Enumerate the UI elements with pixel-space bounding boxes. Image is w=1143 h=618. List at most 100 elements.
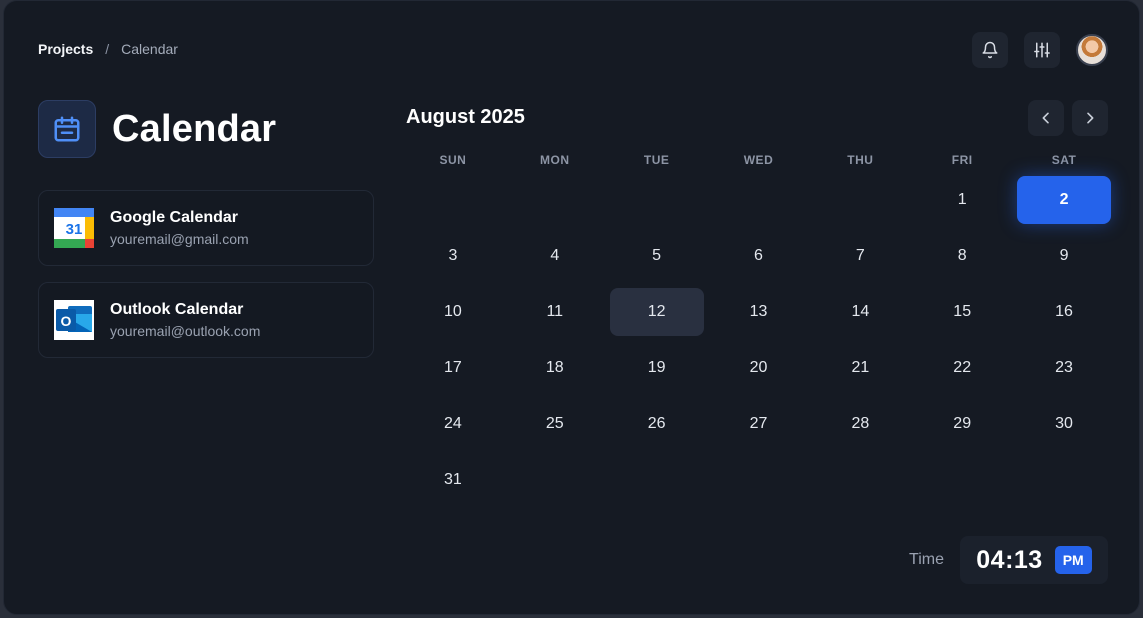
day-cell[interactable]: 12 (606, 284, 708, 340)
month-navigation (1028, 100, 1108, 136)
page-title: Calendar (112, 107, 277, 150)
day-number: 24 (444, 415, 462, 432)
breadcrumb-separator: / (105, 41, 110, 57)
day-number: 26 (647, 415, 666, 432)
weekday-label: FRI (951, 153, 973, 167)
breadcrumb-current: Calendar (121, 41, 178, 57)
day-cell[interactable]: 23 (1013, 340, 1115, 396)
day-number: 14 (851, 303, 870, 320)
empty-day-cell (402, 172, 504, 228)
account-card-google[interactable]: 31 Google Calendar youremail@gmail.com (38, 190, 374, 266)
account-name: Google Calendar (110, 209, 239, 226)
notifications-button[interactable] (972, 32, 1008, 68)
time-label: Time (909, 551, 944, 568)
page-header: Calendar (38, 100, 276, 158)
next-month-button[interactable] (1072, 100, 1108, 136)
day-number: 9 (1059, 247, 1069, 264)
day-cell[interactable]: 20 (708, 340, 810, 396)
weekday-header: SUN MON TUE WED THU FRI SAT (402, 153, 1115, 167)
day-number: 19 (647, 359, 666, 376)
time-value: 04:13 (976, 545, 1043, 574)
account-name: Outlook Calendar (110, 301, 244, 318)
day-cell[interactable]: 28 (809, 396, 911, 452)
day-number: 23 (1055, 359, 1073, 376)
user-avatar[interactable] (1076, 34, 1108, 66)
day-number: 18 (545, 359, 564, 376)
breadcrumb-projects[interactable]: Projects (38, 41, 93, 57)
day-number: 27 (749, 415, 768, 432)
day-cell[interactable]: 3 (402, 228, 504, 284)
day-cell[interactable]: 19 (606, 340, 708, 396)
svg-text:31: 31 (66, 221, 83, 238)
day-number: 10 (444, 303, 462, 320)
day-cell[interactable]: 16 (1013, 284, 1115, 340)
day-cell[interactable]: 11 (504, 284, 606, 340)
day-cell[interactable]: 9 (1013, 228, 1115, 284)
day-cell[interactable]: 13 (708, 284, 810, 340)
day-cell[interactable]: 8 (911, 228, 1013, 284)
day-number: 8 (957, 247, 967, 264)
day-number: 4 (550, 247, 560, 264)
day-number: 3 (448, 247, 458, 264)
day-number: 11 (546, 303, 564, 320)
account-info: Google Calendar youremail@gmail.com (110, 209, 249, 247)
day-number: 12 (609, 288, 704, 336)
weekday-label: TUE (643, 153, 670, 167)
day-number: 15 (953, 303, 972, 320)
settings-button[interactable] (1024, 32, 1060, 68)
empty-day-cell (504, 172, 606, 228)
day-cell[interactable]: 27 (708, 396, 810, 452)
outlook-icon: O (54, 300, 94, 340)
day-cell[interactable]: 4 (504, 228, 606, 284)
day-cell[interactable]: 25 (504, 396, 606, 452)
day-cell[interactable]: 5 (606, 228, 708, 284)
breadcrumb: Projects / Calendar (38, 41, 178, 57)
account-email: youremail@gmail.com (110, 231, 249, 247)
weekday-label: SUN (439, 153, 467, 167)
day-cell[interactable]: 21 (809, 340, 911, 396)
day-number: 22 (953, 359, 972, 376)
am-pm-badge[interactable]: PM (1054, 546, 1092, 574)
day-cell[interactable]: 29 (911, 396, 1013, 452)
weekday-label: MON (540, 153, 570, 167)
day-number: 29 (953, 415, 972, 432)
day-cell[interactable]: 26 (606, 396, 708, 452)
day-cell[interactable]: 1 (911, 172, 1013, 228)
day-number: 25 (545, 415, 564, 432)
day-number: 17 (444, 359, 462, 376)
day-cell[interactable]: 30 (1013, 396, 1115, 452)
day-cell[interactable]: 18 (504, 340, 606, 396)
day-cell[interactable]: 7 (809, 228, 911, 284)
account-card-outlook[interactable]: O Outlook Calendar youremail@outlook.com (38, 282, 374, 358)
day-cell[interactable]: 22 (911, 340, 1013, 396)
calendar-app: Projects / Calendar Calendar 31 Google C… (3, 0, 1140, 615)
time-box[interactable]: 04:13 PM (960, 536, 1108, 584)
day-number: 2 (1017, 176, 1112, 224)
calendar-grid: 1 2 3 4 5 6 7 8 9 10 11 12 13 14 15 16 17 18 19 20 21 22 23 24 2… (402, 172, 1115, 508)
weekday-label: SAT (1051, 153, 1077, 167)
day-cell[interactable]: 31 (402, 452, 504, 508)
day-cell[interactable]: 17 (402, 340, 504, 396)
chevron-left-icon (1042, 112, 1049, 124)
day-number: 20 (749, 359, 768, 376)
day-number: 28 (851, 415, 870, 432)
day-cell[interactable]: 15 (911, 284, 1013, 340)
prev-month-button[interactable] (1028, 100, 1064, 136)
weekday-label: THU (847, 153, 874, 167)
day-cell[interactable]: 24 (402, 396, 504, 452)
day-cell[interactable]: 2 (1013, 172, 1115, 228)
day-number: 7 (855, 247, 865, 264)
svg-text:O: O (61, 313, 72, 329)
day-cell[interactable]: 14 (809, 284, 911, 340)
day-cell[interactable]: 10 (402, 284, 504, 340)
header-actions (972, 32, 1108, 68)
day-cell[interactable]: 6 (708, 228, 810, 284)
chevron-right-icon (1087, 112, 1094, 124)
day-number: 21 (851, 359, 870, 376)
day-number: 6 (754, 247, 763, 264)
day-number: 31 (444, 471, 462, 488)
sliders-icon (1034, 42, 1050, 58)
calendar-icon (38, 100, 96, 158)
day-number: 5 (652, 247, 662, 264)
day-number: 16 (1055, 303, 1073, 320)
